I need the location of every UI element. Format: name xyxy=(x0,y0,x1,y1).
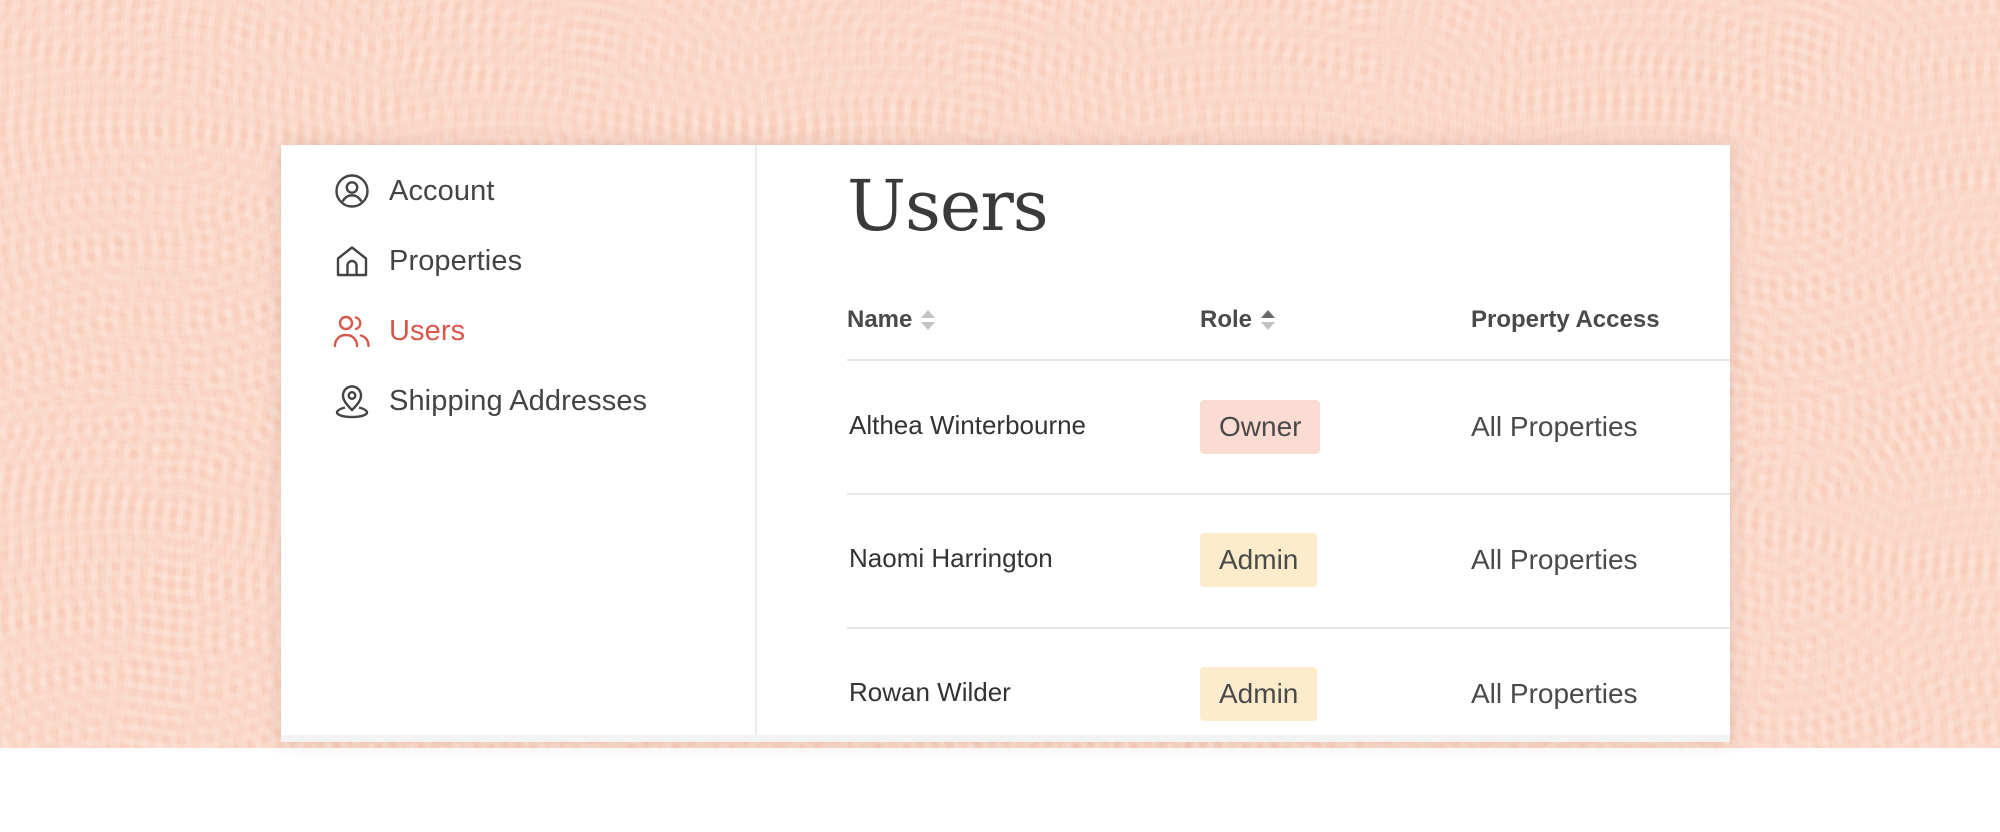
account-circle-icon xyxy=(333,172,371,210)
location-pin-icon xyxy=(333,382,371,420)
role-badge: Admin xyxy=(1200,533,1318,587)
role-badge: Owner xyxy=(1200,400,1321,454)
property-access: All Properties xyxy=(1471,411,1638,442)
column-header-role[interactable]: Role xyxy=(1200,306,1276,334)
user-name: Althea Winterbourne xyxy=(849,410,1087,440)
row-divider xyxy=(847,493,1730,495)
sidebar-item-label: Users xyxy=(389,314,466,347)
user-name: Rowan Wilder xyxy=(849,677,1011,707)
user-name: Naomi Harrington xyxy=(849,543,1053,573)
sort-icon[interactable] xyxy=(1260,307,1276,333)
home-icon xyxy=(333,242,371,280)
panel-bottom-edge xyxy=(281,735,1730,742)
row-divider xyxy=(847,627,1730,629)
sort-icon[interactable] xyxy=(920,307,936,333)
settings-panel: Account Properties Users Shipping Addres… xyxy=(281,145,1730,742)
users-icon xyxy=(333,312,371,350)
sidebar-item-label: Shipping Addresses xyxy=(389,384,648,417)
property-access: All Properties xyxy=(1471,544,1638,575)
users-content: Users Name Role Property Access Althea W… xyxy=(847,145,1730,742)
sidebar-item-properties[interactable]: Properties xyxy=(333,239,522,283)
column-header-property-access: Property Access xyxy=(1471,306,1660,333)
sidebar-item-users[interactable]: Users xyxy=(333,309,465,353)
sidebar: Account Properties Users Shipping Addres… xyxy=(281,145,757,742)
sidebar-item-shipping-addresses[interactable]: Shipping Addresses xyxy=(333,379,647,423)
page-title: Users xyxy=(847,165,1049,247)
sidebar-item-label: Account xyxy=(389,174,495,207)
row-divider xyxy=(847,359,1730,361)
sidebar-item-label: Properties xyxy=(389,244,523,277)
column-header-name[interactable]: Name xyxy=(847,306,936,334)
role-badge: Admin xyxy=(1200,667,1318,721)
property-access: All Properties xyxy=(1471,678,1638,709)
sidebar-item-account[interactable]: Account xyxy=(333,169,495,213)
